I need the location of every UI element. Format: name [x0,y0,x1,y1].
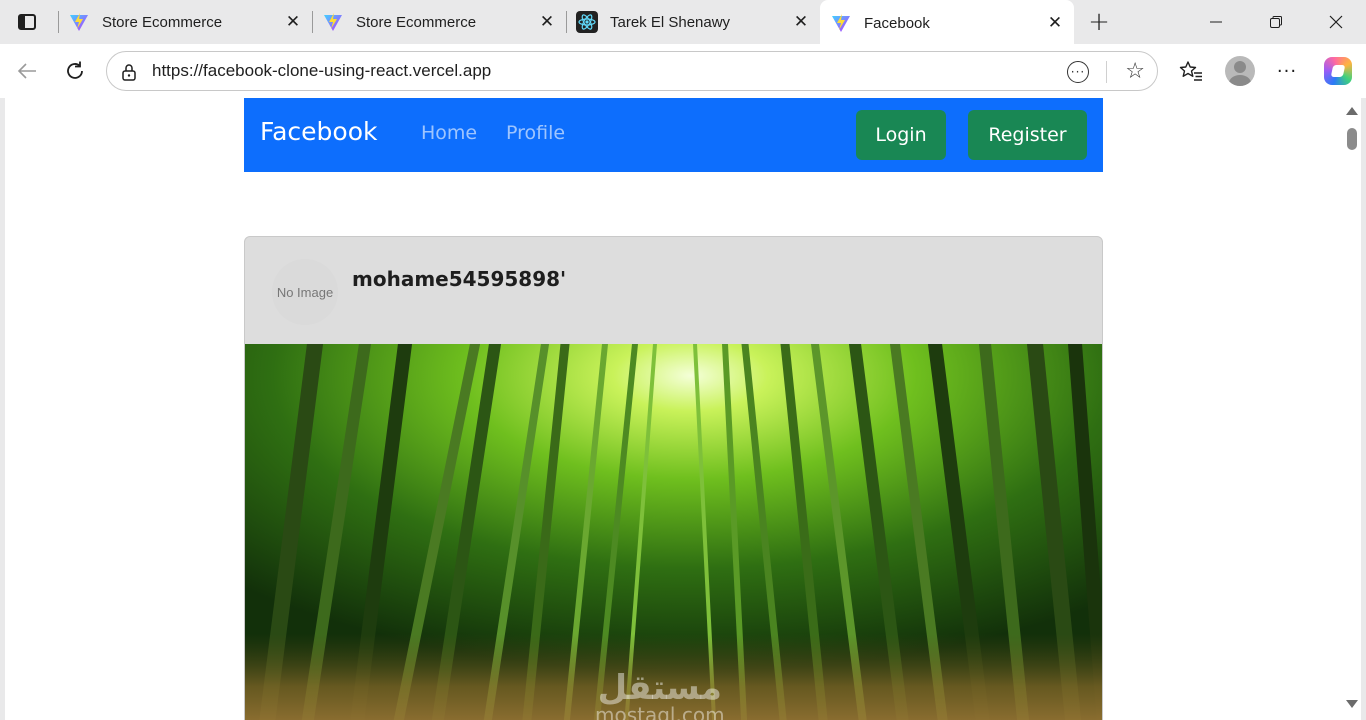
vite-icon [830,12,852,34]
watermark-latin: mostaql.com [595,703,725,720]
scroll-up-arrow-icon[interactable] [1346,107,1358,115]
tab-title: Facebook [864,14,930,32]
scroll-thumb[interactable] [1347,128,1357,150]
watermark-arabic: مستقل [597,668,722,708]
login-button[interactable]: Login [856,110,946,160]
brand-logo[interactable]: Facebook [260,117,377,146]
tab-store-ecommerce-2[interactable]: Store Ecommerce ✕ [312,0,566,44]
restore-icon[interactable] [1246,0,1306,44]
register-button[interactable]: Register [968,110,1087,160]
profile-avatar[interactable] [1225,56,1255,86]
tab-facebook[interactable]: Facebook ✕ [820,0,1074,46]
react-icon [576,11,598,33]
post-username[interactable]: mohame54595898' [352,267,566,291]
page-viewport: Facebook Home Profile Login Register No … [5,98,1361,720]
avatar: No Image [272,259,338,325]
post-image: مستقل mostaql.com [245,336,1102,720]
watermark: مستقل mostaql.com [595,671,725,720]
lock-icon[interactable] [119,62,139,82]
back-arrow-icon[interactable] [12,56,42,86]
tab-strip: Store Ecommerce ✕ Store Ecommerce ✕ Tare… [0,0,1366,46]
copilot-logo [1324,57,1352,85]
bamboo-forest-image [245,336,1102,720]
new-tab-plus-icon[interactable]: + [1084,7,1114,37]
page-actions-icon[interactable]: ··· [1067,61,1089,83]
reload-icon[interactable] [60,56,90,86]
tab-store-ecommerce-1[interactable]: Store Ecommerce ✕ [58,0,312,44]
divider [1106,61,1107,83]
close-tab-icon[interactable]: ✕ [534,9,560,35]
settings-more-icon[interactable]: ··· [1272,56,1302,86]
app-navbar: Facebook Home Profile Login Register [244,98,1103,172]
tab-title: Store Ecommerce [356,13,477,31]
scrollbar[interactable] [1343,98,1361,716]
tab-title: Tarek El Shenawy [610,13,731,31]
close-tab-icon[interactable]: ✕ [280,9,306,35]
vite-icon [322,11,344,33]
address-bar[interactable]: https://facebook-clone-using-react.verce… [106,51,1158,91]
scroll-down-arrow-icon[interactable] [1346,700,1358,708]
post-card: No Image mohame54595898' مستقل mostaql.c… [244,236,1103,720]
sidebar-toggle-button[interactable] [10,7,44,37]
tab-tarek-el-shenawy[interactable]: Tarek El Shenawy ✕ [566,0,820,44]
tab-title: Store Ecommerce [102,13,223,31]
copilot-icon[interactable] [1323,56,1353,86]
favorite-star-icon[interactable]: ☆ [1125,59,1145,84]
close-tab-icon[interactable]: ✕ [788,9,814,35]
avatar-icon [1225,56,1255,86]
url-text[interactable]: https://facebook-clone-using-react.verce… [152,61,491,81]
close-tab-icon[interactable]: ✕ [1042,10,1068,36]
sidebar-icon [18,14,36,30]
post-header: No Image mohame54595898' [245,237,1102,344]
minimize-icon[interactable] [1186,0,1246,44]
favorites-list-icon[interactable] [1176,56,1206,86]
browser-toolbar: https://facebook-clone-using-react.verce… [0,44,1366,98]
nav-link-profile[interactable]: Profile [506,122,565,144]
vite-icon [68,11,90,33]
nav-link-home[interactable]: Home [421,122,477,144]
close-window-icon[interactable] [1306,0,1366,44]
